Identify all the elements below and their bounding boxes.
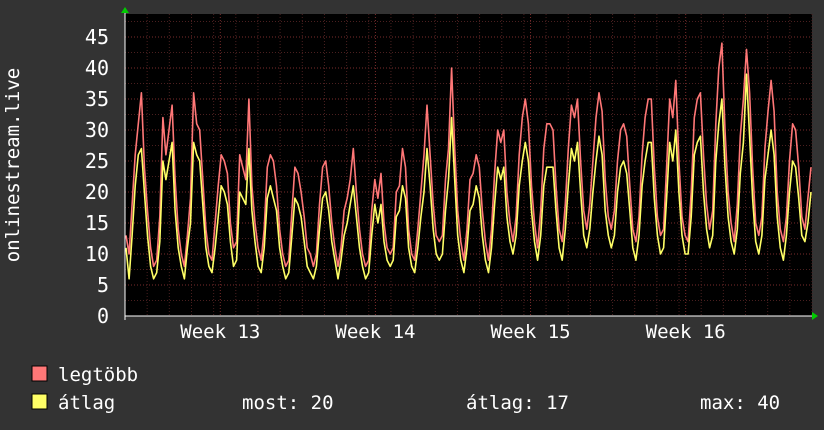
stat-avg: átlag: 17	[466, 392, 569, 414]
legend-swatch-max	[31, 365, 48, 382]
x-tick-label: Week 16	[646, 321, 726, 343]
y-tick-label: 40	[85, 56, 109, 80]
y-tick-label: 30	[85, 118, 109, 142]
y-tick-label: 45	[85, 25, 109, 49]
x-tick-label: Week 15	[491, 321, 571, 343]
legend-label-max: legtöbb	[58, 364, 138, 386]
chart: 0 5 10 15 20 25 30 35 40 45 Week 13 Week 14 Week 15 W…	[2, 7, 818, 414]
y-tick-label: 35	[85, 87, 109, 111]
y-axis-label: onlinestream.live	[2, 68, 24, 262]
stat-now: most: 20	[242, 392, 334, 414]
legend-label-avg: átlag	[58, 392, 115, 414]
y-axis-arrow-icon	[121, 7, 129, 13]
plot-area	[125, 14, 812, 316]
y-tick-label: 25	[85, 149, 109, 173]
x-tick-label: Week 13	[180, 321, 260, 343]
y-tick-label: 15	[85, 211, 109, 235]
stat-max: max: 40	[700, 392, 780, 414]
y-tick-label: 20	[85, 180, 109, 204]
x-tick-label: Week 14	[335, 321, 415, 343]
y-tick-label: 0	[97, 304, 109, 328]
y-tick-label: 5	[97, 273, 109, 297]
x-axis-arrow-icon	[812, 312, 818, 320]
y-tick-label: 10	[85, 242, 109, 266]
legend-swatch-avg	[31, 393, 48, 410]
